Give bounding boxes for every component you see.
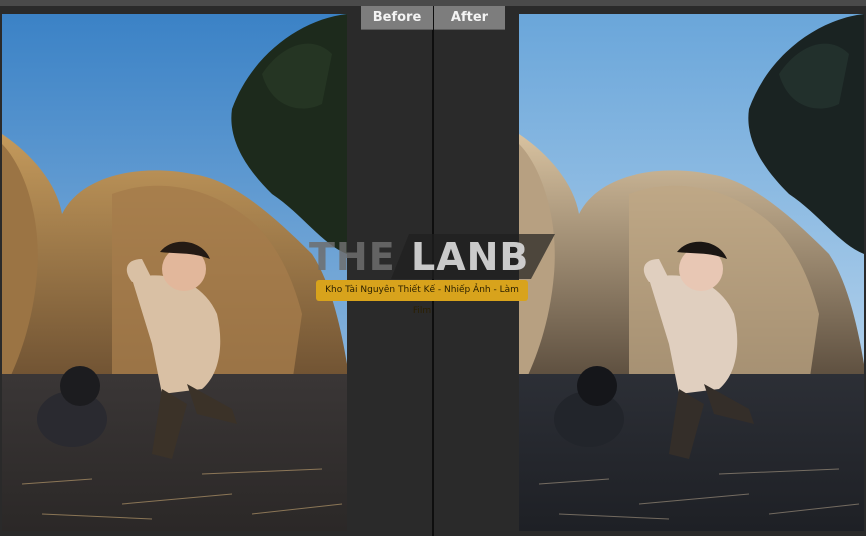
watermark-brand-left: THE xyxy=(309,235,396,279)
watermark-brand-right: LANB xyxy=(411,235,530,279)
watermark-tagline: Kho Tài Nguyên Thiết Kế - Nhiếp Ảnh - Là… xyxy=(316,280,528,316)
after-label: After xyxy=(434,6,505,30)
after-image xyxy=(519,14,864,531)
before-label: Before xyxy=(361,6,433,30)
watermark-logo: THE LANB Kho Tài Nguyên Thiết Kế - Nhiếp… xyxy=(309,233,559,316)
before-image xyxy=(2,14,347,531)
